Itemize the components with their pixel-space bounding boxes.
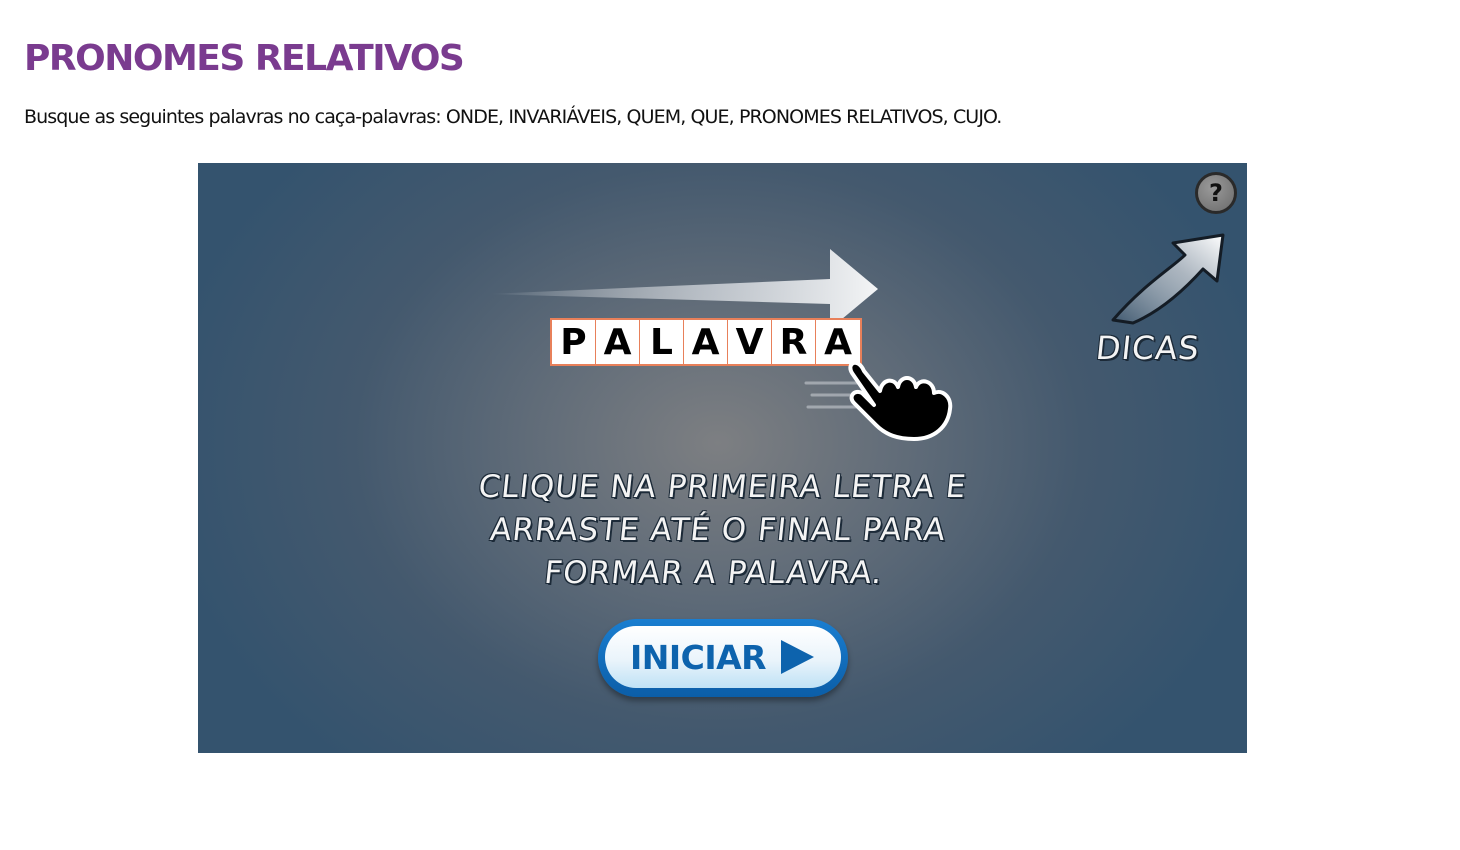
curved-arrow-icon bbox=[1111, 233, 1225, 325]
help-icon: ? bbox=[1209, 179, 1223, 207]
help-button[interactable]: ? bbox=[1195, 172, 1237, 214]
tips-label[interactable]: DICAS bbox=[1094, 329, 1202, 367]
swipe-arrow-icon bbox=[488, 249, 878, 319]
demo-letter: A bbox=[596, 320, 640, 364]
page-title: PRONOMES RELATIVOS bbox=[24, 38, 465, 79]
demo-letter: L bbox=[640, 320, 684, 364]
start-button[interactable]: INICIAR bbox=[598, 619, 848, 697]
start-button-label: INICIAR bbox=[629, 637, 767, 677]
play-triangle-icon bbox=[781, 640, 815, 674]
instructions-text: Busque as seguintes palavras no caça-pal… bbox=[24, 106, 1002, 128]
word-search-game[interactable]: ? P A L A V R A DICAS CLIQUE NA PRIMEIRA… bbox=[198, 163, 1247, 753]
demo-letter: P bbox=[552, 320, 596, 364]
demo-letter: V bbox=[728, 320, 772, 364]
demo-letter: A bbox=[684, 320, 728, 364]
pointing-hand-icon bbox=[804, 360, 953, 441]
instruction-line: CLIQUE NA PRIMEIRA LETRA E bbox=[476, 469, 969, 505]
instruction-line: FORMAR A PALAVRA. bbox=[542, 555, 885, 591]
instruction-line: ARRASTE ATÉ O FINAL PARA bbox=[488, 512, 948, 548]
game-instruction: CLIQUE NA PRIMEIRA LETRA E ARRASTE ATÉ O… bbox=[431, 466, 1005, 595]
